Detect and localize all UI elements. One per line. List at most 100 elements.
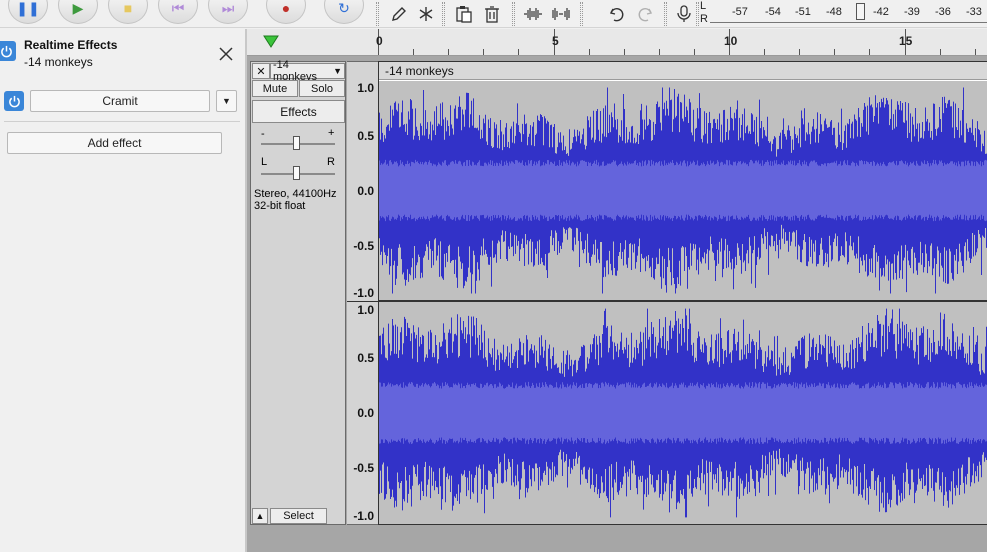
toolbar-separator — [512, 2, 515, 26]
meter-left-label: L — [700, 0, 707, 12]
scale-label: 0.5 — [357, 129, 374, 143]
panel-track-name: -14 monkeys — [24, 55, 93, 69]
paste-icon — [456, 6, 472, 23]
skip-to-start-button[interactable]: ⏮ — [158, 0, 198, 24]
meter-tick-label: -33 — [966, 6, 982, 18]
play-button[interactable]: ▶ — [58, 0, 98, 24]
toolbar-separator — [664, 2, 667, 26]
solo-button[interactable]: Solo — [299, 80, 345, 97]
effects-button[interactable]: Effects — [252, 100, 345, 123]
scale-label: 0.0 — [357, 406, 374, 420]
toolbar-separator — [376, 2, 379, 26]
clip-title-bar[interactable]: -14 monkeys — [379, 62, 987, 80]
silence-icon — [552, 8, 570, 20]
select-track-button[interactable]: Select — [270, 508, 327, 524]
meter-tick-label: -42 — [873, 6, 889, 18]
pan-slider[interactable] — [293, 166, 300, 180]
close-track-button[interactable]: ✕ — [252, 63, 270, 79]
pencil-icon — [392, 7, 406, 21]
ruler-label: 0 — [376, 34, 383, 48]
close-icon: ✕ — [256, 65, 266, 78]
pause-button[interactable]: ❚❚ — [8, 0, 48, 24]
effect-options-dropdown[interactable]: ▼ — [216, 90, 237, 112]
skip-end-icon: ⏭ — [221, 0, 235, 16]
scale-label: -1.0 — [353, 509, 374, 523]
ruler-tick — [799, 49, 801, 55]
track-menu-button[interactable]: -14 monkeys ▼ — [270, 59, 345, 83]
record-meter-button[interactable] — [673, 3, 695, 25]
scale-label: -0.5 — [353, 239, 374, 253]
timeline-options-button[interactable] — [262, 33, 280, 51]
waveform-rms — [379, 159, 987, 222]
toolbar-separator — [696, 2, 699, 26]
track-info-format: 32-bit float — [254, 200, 306, 212]
gain-slider[interactable] — [293, 136, 300, 150]
effect-power-button[interactable] — [4, 91, 24, 111]
draw-tool[interactable] — [388, 3, 410, 25]
ruler-tick — [869, 49, 871, 55]
meter-tick-label: -54 — [765, 6, 781, 18]
toolbar: ❚❚ ▶ ■ ⏮ ⏭ ● ↻ L R -57 -54 -51 -48 -42 -… — [0, 0, 987, 28]
channel-separator — [347, 301, 378, 302]
meter-tick-label: -48 — [826, 6, 842, 18]
meter-tick-label: -51 — [795, 6, 811, 18]
pan-right-label: R — [327, 156, 335, 168]
left-channel-waveform — [379, 87, 987, 294]
skip-to-end-button[interactable]: ⏭ — [208, 0, 248, 24]
track-effects-power-button[interactable] — [0, 41, 16, 61]
right-channel-waveform — [379, 308, 987, 518]
waveform-area[interactable]: -14 monkeys — [378, 61, 987, 525]
ruler-tick — [588, 49, 590, 55]
ruler-tick — [448, 49, 450, 55]
redo-button[interactable] — [634, 3, 656, 25]
timeline-ruler[interactable]: 0 5 10 15 — [247, 29, 987, 56]
silence-audio-button[interactable] — [550, 3, 572, 25]
scale-label: -0.5 — [353, 461, 374, 475]
trim-audio-button[interactable] — [522, 3, 544, 25]
toolbar-separator — [442, 2, 445, 26]
loop-button[interactable]: ↻ — [324, 0, 364, 24]
realtime-effects-panel: Realtime Effects -14 monkeys Cramit ▼ Ad… — [0, 29, 245, 552]
record-button[interactable]: ● — [266, 0, 306, 24]
undo-button[interactable] — [606, 3, 628, 25]
close-panel-button[interactable] — [217, 45, 235, 63]
meter-tick-label: -39 — [904, 6, 920, 18]
stop-icon: ■ — [123, 0, 133, 16]
ruler-tick — [974, 49, 976, 55]
scale-label: 1.0 — [357, 81, 374, 95]
right-channel[interactable] — [379, 302, 987, 524]
microphone-icon — [677, 5, 691, 22]
meter-tick-label: -57 — [732, 6, 748, 18]
gain-minus-label: - — [261, 128, 265, 140]
multi-tool[interactable] — [415, 3, 437, 25]
vertical-amplitude-scale[interactable]: 1.0 0.5 0.0 -0.5 -1.0 1.0 0.5 0.0 -0.5 -… — [347, 61, 378, 525]
ruler-tick — [623, 49, 625, 55]
panel-title: Realtime Effects — [24, 38, 118, 52]
stop-button[interactable]: ■ — [108, 0, 148, 24]
mute-button[interactable]: Mute — [252, 80, 298, 97]
ruler-tick — [693, 49, 695, 55]
ruler-tick — [764, 49, 766, 55]
ruler-label: 10 — [724, 34, 738, 48]
recording-meter[interactable]: L R -57 -54 -51 -48 -42 -39 -36 -33 — [700, 0, 987, 27]
ruler-tick — [413, 49, 415, 55]
trash-icon — [485, 6, 499, 23]
play-head-triangle-icon — [263, 35, 279, 48]
delete-button[interactable] — [481, 3, 503, 25]
add-effect-button[interactable]: Add effect — [7, 132, 222, 154]
left-channel[interactable] — [379, 81, 987, 300]
ruler-tick — [518, 49, 520, 55]
meter-level-thumb[interactable] — [856, 3, 865, 20]
play-icon: ▶ — [72, 0, 84, 16]
ruler-tick — [834, 49, 836, 55]
scale-label: 1.0 — [357, 303, 374, 317]
power-icon — [0, 45, 12, 57]
track-control-panel: ✕ -14 monkeys ▼ Mute Solo Effects - + L … — [250, 59, 346, 525]
paste-button[interactable] — [453, 3, 475, 25]
collapse-track-button[interactable]: ▲ — [252, 508, 268, 524]
effect-settings-button[interactable]: Cramit — [30, 90, 210, 112]
close-icon — [219, 47, 233, 61]
scale-label: -1.0 — [353, 286, 374, 300]
trim-icon — [524, 8, 542, 20]
divider — [4, 121, 240, 122]
